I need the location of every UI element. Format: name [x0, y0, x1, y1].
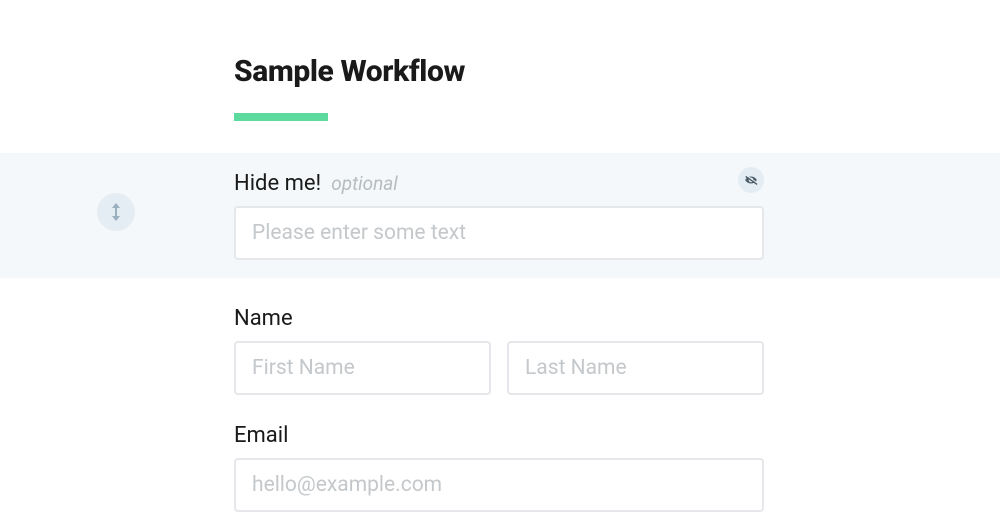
optional-tag: optional: [331, 172, 398, 195]
email-input[interactable]: [234, 458, 764, 512]
eye-off-icon: [744, 173, 758, 187]
hide-field-button[interactable]: [738, 167, 764, 193]
progress-bar: [234, 113, 764, 121]
email-field-block: Email: [234, 423, 764, 512]
hideme-input[interactable]: [234, 206, 764, 260]
highlighted-field-row: Hide me! optional: [0, 153, 1000, 278]
drag-vertical-icon: [110, 203, 122, 221]
first-name-input[interactable]: [234, 341, 491, 395]
name-field-block: Name: [234, 306, 764, 395]
progress-fill: [234, 113, 328, 121]
drag-handle[interactable]: [97, 193, 135, 231]
email-label: Email: [234, 423, 288, 448]
page-title: Sample Workflow: [234, 54, 1000, 89]
last-name-input[interactable]: [507, 341, 764, 395]
name-label: Name: [234, 306, 293, 331]
hideme-label: Hide me!: [234, 171, 321, 196]
